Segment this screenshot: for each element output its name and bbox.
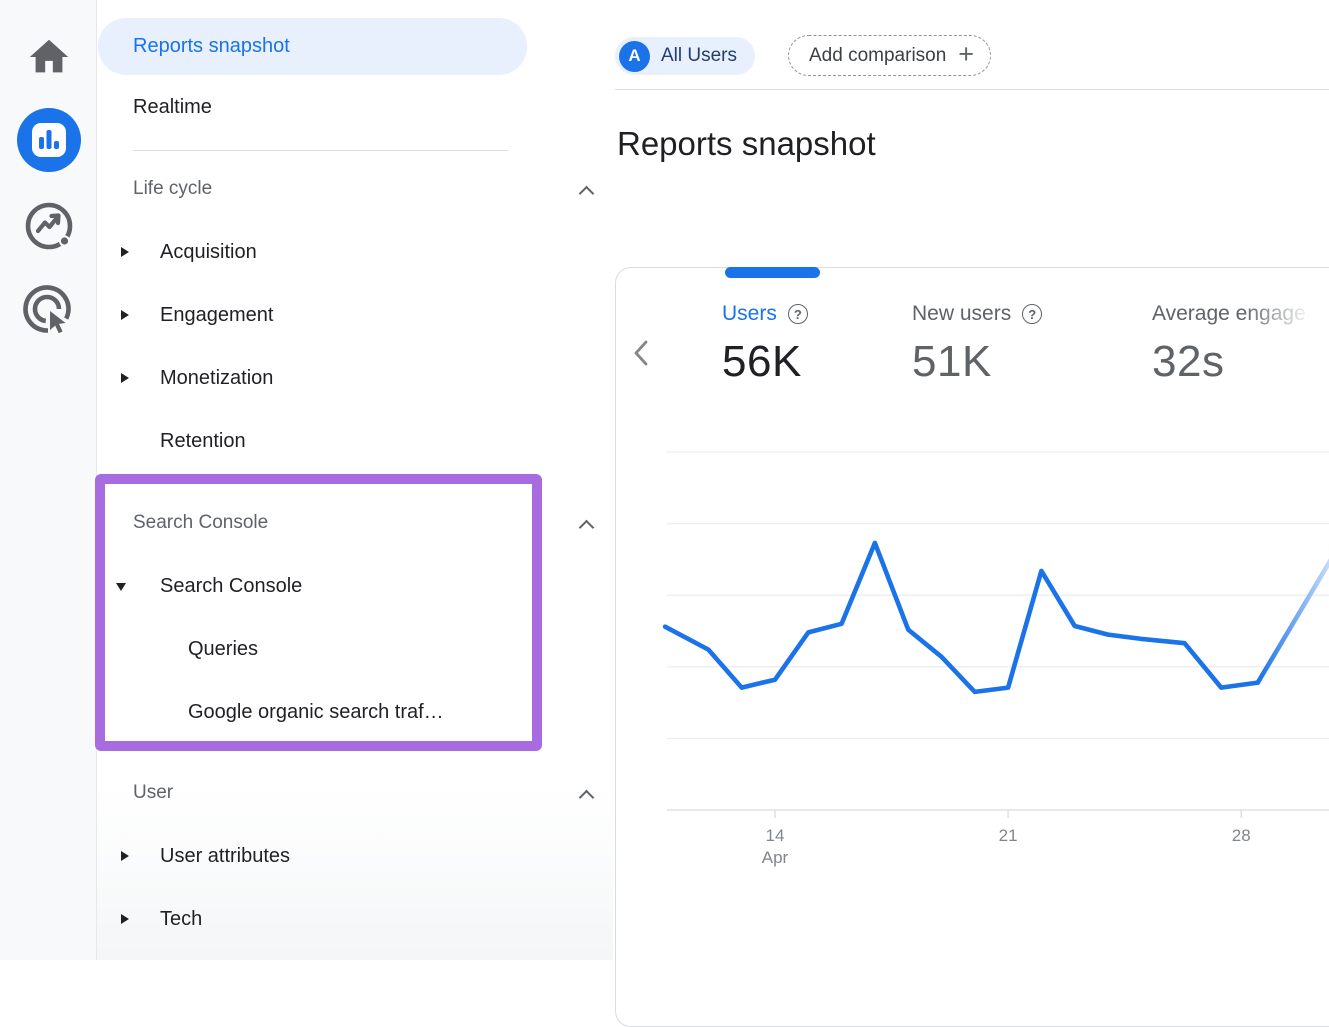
metric-value: 51K bbox=[912, 337, 1042, 387]
carousel-prev-button[interactable] bbox=[632, 339, 650, 372]
users-line-chart[interactable]: 14 Apr 21 28 bbox=[615, 430, 1329, 885]
sidebar-item-realtime[interactable]: Realtime bbox=[133, 96, 212, 119]
add-comparison-label: Add comparison bbox=[809, 45, 946, 67]
bar-chart-icon bbox=[17, 108, 81, 172]
svg-text:28: 28 bbox=[1232, 826, 1251, 845]
add-comparison-button[interactable]: Add comparison + bbox=[788, 35, 991, 76]
chevron-up-icon[interactable] bbox=[579, 790, 595, 806]
all-users-comparison-chip[interactable]: A All Users bbox=[615, 37, 755, 75]
sidebar-item-retention[interactable]: Retention bbox=[160, 430, 246, 453]
comparison-chip-label: All Users bbox=[661, 45, 737, 67]
home-icon bbox=[26, 34, 72, 85]
sidebar-item-search-console[interactable]: Search Console bbox=[160, 575, 302, 598]
advertising-icon bbox=[21, 282, 77, 343]
svg-text:Apr: Apr bbox=[762, 848, 789, 867]
app-icon-rail bbox=[0, 0, 97, 960]
sidebar-item-label: Reports snapshot bbox=[133, 35, 290, 58]
metric-label: New users bbox=[912, 302, 1011, 326]
chevron-left-icon bbox=[632, 339, 650, 367]
metric-users: Users ? 56K bbox=[722, 300, 808, 387]
chevron-up-icon[interactable] bbox=[579, 186, 595, 202]
page-title: Reports snapshot bbox=[617, 125, 876, 163]
header-divider bbox=[615, 89, 1329, 90]
sidebar-item-google-organic-search-traffic[interactable]: Google organic search traf… bbox=[188, 701, 444, 724]
chevron-up-icon[interactable] bbox=[579, 520, 595, 536]
active-tab-indicator[interactable] bbox=[725, 267, 820, 278]
expand-arrow-icon[interactable] bbox=[121, 373, 129, 383]
metric-new-users: New users ? 51K bbox=[912, 300, 1042, 387]
svg-text:21: 21 bbox=[999, 826, 1018, 845]
svg-text:14: 14 bbox=[766, 826, 785, 845]
advertising-nav-button[interactable] bbox=[0, 282, 97, 343]
sidebar-item-engagement[interactable]: Engagement bbox=[160, 304, 273, 327]
reports-nav-button[interactable] bbox=[0, 108, 97, 172]
metric-label: Users bbox=[722, 302, 777, 326]
sidebar-item-monetization[interactable]: Monetization bbox=[160, 367, 273, 390]
sidebar-header-life-cycle[interactable]: Life cycle bbox=[133, 178, 212, 200]
expand-arrow-icon[interactable] bbox=[121, 851, 129, 861]
comparison-avatar: A bbox=[619, 41, 650, 72]
explore-icon bbox=[23, 200, 75, 257]
expand-arrow-icon[interactable] bbox=[121, 310, 129, 320]
expand-arrow-icon[interactable] bbox=[121, 914, 129, 924]
expand-arrow-icon[interactable] bbox=[121, 247, 129, 257]
sidebar-item-queries[interactable]: Queries bbox=[188, 638, 258, 661]
explore-nav-button[interactable] bbox=[0, 200, 97, 257]
sidebar-header-search-console[interactable]: Search Console bbox=[133, 512, 268, 534]
metric-value: 56K bbox=[722, 337, 808, 387]
sidebar-item-tech[interactable]: Tech bbox=[160, 908, 202, 931]
help-icon[interactable]: ? bbox=[788, 304, 808, 324]
collapse-arrow-icon[interactable] bbox=[116, 583, 126, 591]
help-icon[interactable]: ? bbox=[1022, 304, 1042, 324]
reports-sidebar: Reports snapshot Realtime Life cycle Acq… bbox=[97, 0, 613, 960]
sidebar-item-acquisition[interactable]: Acquisition bbox=[160, 241, 257, 264]
sidebar-header-user[interactable]: User bbox=[133, 782, 173, 804]
plus-icon: + bbox=[958, 39, 974, 70]
sidebar-divider bbox=[133, 150, 508, 151]
sidebar-item-reports-snapshot[interactable]: Reports snapshot bbox=[98, 18, 527, 75]
carousel-edge-fade bbox=[1243, 283, 1329, 408]
sidebar-item-user-attributes[interactable]: User attributes bbox=[160, 845, 290, 868]
home-button[interactable] bbox=[0, 34, 97, 85]
